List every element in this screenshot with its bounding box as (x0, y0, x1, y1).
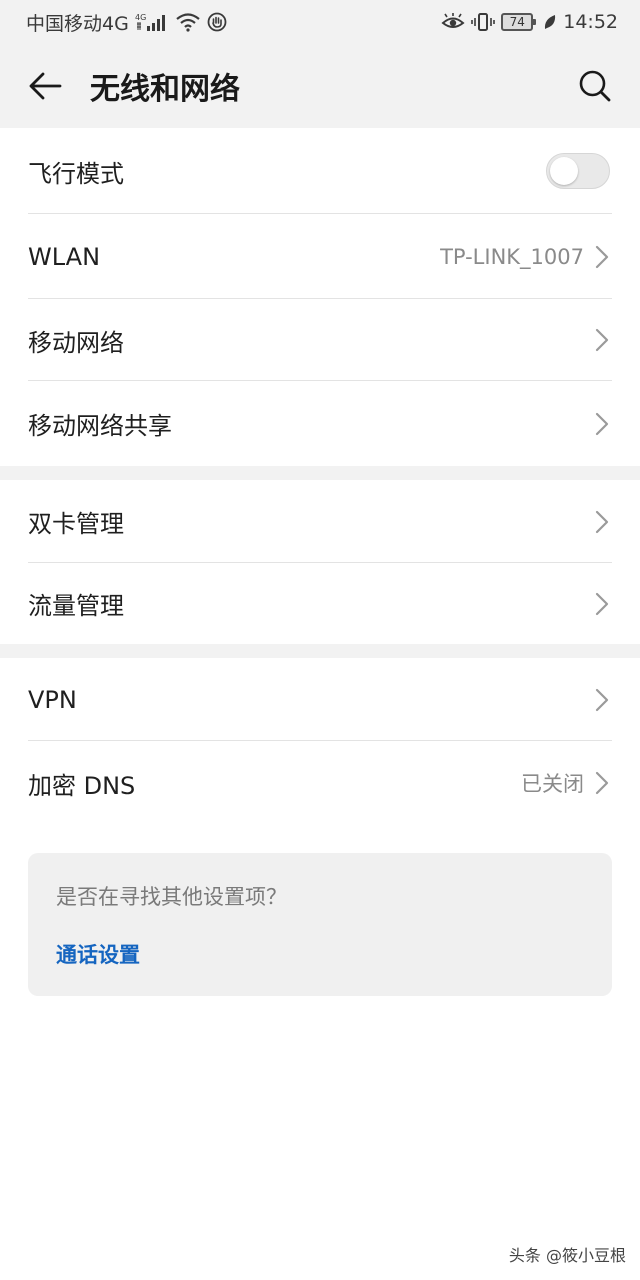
tethering-row[interactable]: 移动网络共享 (0, 381, 640, 466)
suggestion-question: 是否在寻找其他设置项？ (56, 885, 287, 909)
private-dns-status: 已关闭 (521, 772, 584, 796)
wlan-ssid-value: TP-LINK_1007 (440, 244, 584, 269)
signal-strength-icon: 4G (135, 12, 169, 32)
svg-text:4G: 4G (135, 13, 146, 22)
mobile-network-label: 移动网络 (28, 328, 124, 357)
chevron-right-icon (594, 508, 610, 536)
vpn-row[interactable]: VPN (0, 658, 640, 741)
settings-group-security: VPN 加密 DNS 已关闭 (0, 658, 640, 825)
dual-sim-row[interactable]: 双卡管理 (0, 480, 640, 563)
airplane-mode-row[interactable]: 飞行模式 (0, 128, 640, 214)
clock: 14:52 (563, 11, 618, 33)
toggle-knob (550, 157, 578, 185)
chevron-right-icon (594, 769, 610, 797)
power-saving-leaf-icon (543, 13, 557, 31)
section-divider (0, 466, 640, 480)
data-usage-row[interactable]: 流量管理 (0, 563, 640, 644)
eye-comfort-icon (441, 13, 465, 31)
wlan-row[interactable]: WLAN TP-LINK_1007 (0, 214, 640, 299)
wifi-icon (175, 12, 201, 32)
settings-group-sim: 双卡管理 流量管理 (0, 480, 640, 644)
airplane-mode-toggle[interactable] (546, 153, 610, 189)
back-button[interactable] (0, 44, 90, 128)
status-bar-right: 74 14:52 (441, 11, 618, 33)
chevron-right-icon (594, 410, 610, 438)
data-usage-label: 流量管理 (28, 592, 124, 620)
settings-group-network: 飞行模式 WLAN TP-LINK_1007 移动网络 移动网络共享 (0, 128, 640, 466)
dual-sim-label: 双卡管理 (28, 510, 124, 538)
private-dns-row[interactable]: 加密 DNS 已关闭 (0, 741, 640, 825)
private-dns-label: 加密 DNS (28, 771, 136, 800)
section-divider (0, 644, 640, 658)
chevron-right-icon (594, 686, 610, 714)
carrier-label: 中国移动4G (26, 12, 129, 35)
back-arrow-icon (28, 71, 62, 101)
chevron-right-icon (594, 590, 610, 618)
chevron-right-icon (594, 326, 610, 354)
app-bar: 无线和网络 (0, 44, 640, 128)
watermark: 头条 @筱小豆根 (508, 1246, 626, 1265)
search-button[interactable] (560, 44, 630, 128)
wlan-label: WLAN (28, 242, 101, 271)
status-bar: 中国移动4G 4G 74 14:52 (0, 0, 640, 44)
tethering-label: 移动网络共享 (28, 412, 172, 440)
vibrate-icon (471, 12, 496, 32)
hand-notification-icon (207, 12, 227, 32)
settings-list: 飞行模式 WLAN TP-LINK_1007 移动网络 移动网络共享 双卡管理 … (0, 128, 640, 825)
vpn-label: VPN (28, 685, 77, 714)
search-icon (578, 69, 612, 103)
airplane-mode-label: 飞行模式 (28, 159, 124, 188)
suggestion-card: 是否在寻找其他设置项？ 通话设置 (28, 853, 612, 996)
mobile-network-row[interactable]: 移动网络 (0, 299, 640, 381)
chevron-right-icon (594, 243, 610, 271)
battery-icon: 74 (501, 13, 537, 31)
page-title: 无线和网络 (90, 72, 240, 107)
call-settings-link[interactable]: 通话设置 (56, 939, 140, 969)
status-bar-left: 中国移动4G 4G (26, 9, 227, 36)
